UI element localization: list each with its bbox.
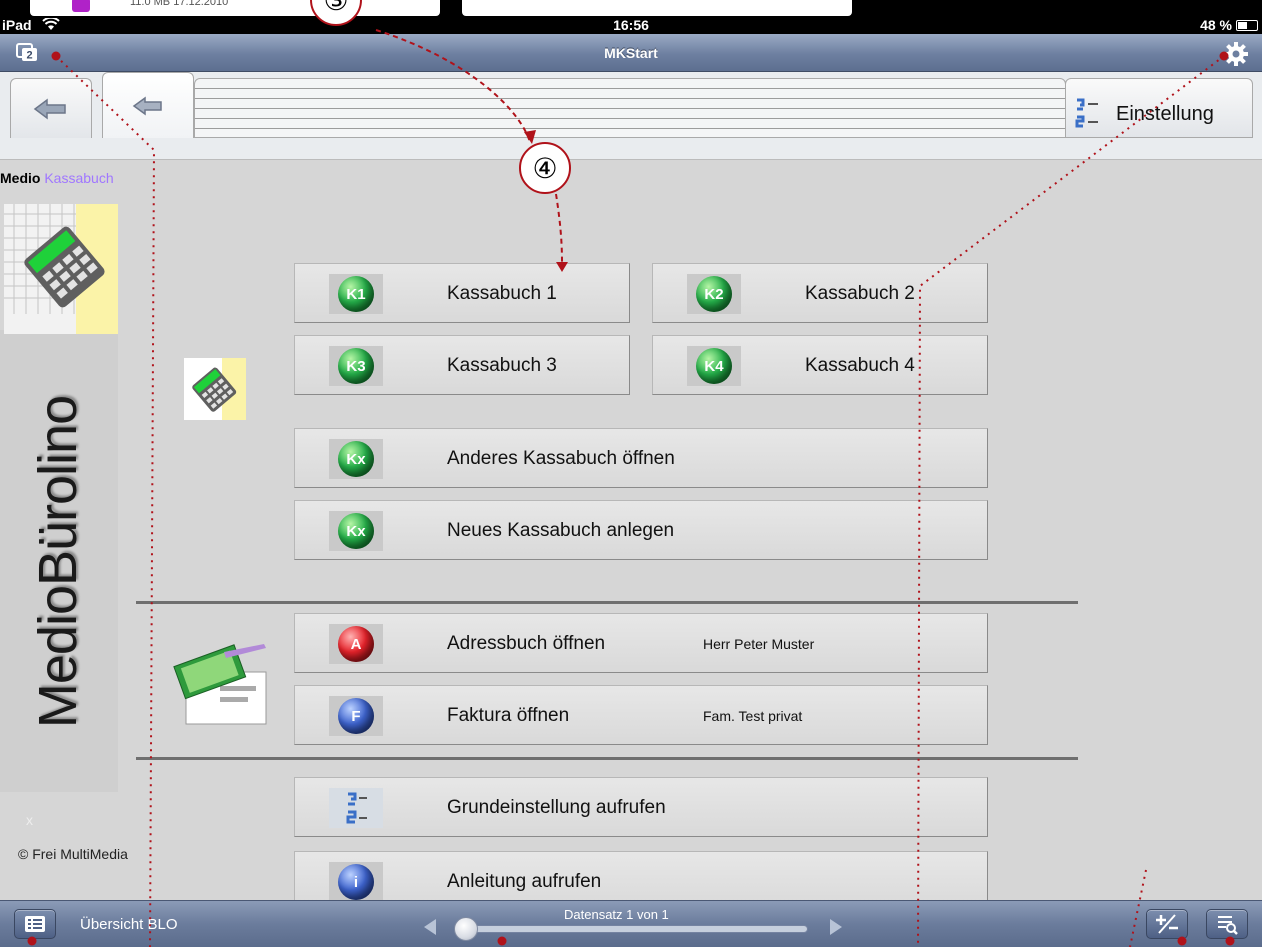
plus-minus-button[interactable] (1146, 909, 1188, 939)
k4-badge-icon: K4 (687, 346, 741, 386)
status-battery: 48 % (1200, 17, 1232, 33)
kassabuch-2-button[interactable]: K2 Kassabuch 2 (652, 263, 988, 323)
bottom-toolbar: Übersicht BLO Datensatz 1 von 1 (0, 900, 1262, 947)
record-slider-thumb[interactable] (454, 917, 478, 941)
button-label: Anleitung aufrufen (447, 871, 602, 892)
status-time: 16:56 (613, 17, 649, 33)
badge-text: F (338, 698, 374, 734)
list-icon (25, 916, 45, 932)
record-counter: Datensatz 1 von 1 (564, 907, 669, 922)
copyright: © Frei MultiMedia (18, 846, 128, 862)
next-record-arrow-icon[interactable] (830, 919, 842, 935)
brand-name-part2: Kassabuch (44, 170, 114, 186)
settings-list-icon (329, 788, 383, 828)
manual-button[interactable]: i Anleitung aufrufen (294, 851, 988, 900)
kassabuch-1-button[interactable]: K1 Kassabuch 1 (294, 263, 630, 323)
button-label: Grundeinstellung aufrufen (447, 797, 666, 818)
badge-text: Kx (338, 513, 374, 549)
prev-record-arrow-icon[interactable] (424, 919, 436, 935)
kx-badge-icon: Kx (329, 439, 383, 479)
kassabuch-4-button[interactable]: K4 Kassabuch 4 (652, 335, 988, 395)
button-label: Kassabuch 1 (447, 283, 557, 304)
tab-placeholder-lines (194, 78, 1066, 138)
k2-badge-icon: K2 (687, 274, 741, 314)
x-mark: x (26, 812, 33, 828)
kx-badge-icon: Kx (329, 511, 383, 551)
address-card-icon (173, 644, 267, 725)
button-label: Adressbuch öffnen (447, 633, 606, 654)
badge-text: i (338, 864, 374, 900)
tab-back-current[interactable] (102, 72, 194, 138)
k3-badge-icon: K3 (329, 346, 383, 386)
tab-settings-label: Einstellung (1116, 103, 1214, 125)
button-label: Kassabuch 3 (447, 355, 557, 376)
nav-title: MKStart (604, 45, 658, 61)
status-bar: 16:56 iPad 48 % (0, 0, 1262, 34)
plus-minus-icon (1156, 914, 1178, 934)
badge-text: K4 (696, 348, 732, 384)
wifi-icon (42, 18, 60, 30)
info-badge-icon: i (329, 862, 383, 900)
a-badge-icon: A (329, 624, 383, 664)
button-label: Kassabuch 2 (805, 283, 915, 304)
button-label: Neues Kassabuch anlegen (447, 520, 675, 541)
record-slider[interactable] (456, 925, 808, 933)
address-owner: Herr Peter Muster (703, 636, 815, 652)
button-label: Faktura öffnen (447, 705, 570, 726)
tab-back-previous[interactable] (10, 78, 92, 138)
status-device: iPad (2, 17, 32, 33)
back-arrow-icon (132, 96, 162, 115)
vertical-brand-text: MedioBürolino (28, 395, 88, 729)
faktura-owner: Fam. Test privat (703, 708, 803, 724)
kassabuch-3-button[interactable]: K3 Kassabuch 3 (294, 335, 630, 395)
main-content: Medio Kassabuch MedioBürolino x © Frei M… (0, 160, 1262, 900)
tab-settings[interactable]: Einstellung (1065, 78, 1253, 138)
basic-settings-button[interactable]: Grundeinstellung aufrufen (294, 777, 988, 837)
new-kassabuch-button[interactable]: Kx Neues Kassabuch anlegen (294, 500, 988, 560)
badge-text: K3 (338, 348, 374, 384)
windows-icon[interactable]: 2 (16, 43, 42, 63)
k1-badge-icon: K1 (329, 274, 383, 314)
list-button[interactable] (14, 909, 56, 939)
gear-icon[interactable] (1222, 40, 1250, 68)
section-divider (136, 757, 1078, 760)
section-divider (136, 601, 1078, 604)
search-list-icon (1218, 916, 1238, 935)
callout-marker-4: ④ (519, 142, 571, 194)
open-faktura-button[interactable]: F Faktura öffnen Fam. Test privat (294, 685, 988, 745)
windows-count: 2 (26, 50, 32, 62)
open-other-kassabuch-button[interactable]: Kx Anderes Kassabuch öffnen (294, 428, 988, 488)
f-badge-icon: F (329, 696, 383, 736)
nav-bar: MKStart 2 (0, 34, 1262, 72)
calculator-logo (4, 204, 118, 334)
calculator-icon (184, 358, 246, 420)
button-label: Kassabuch 4 (805, 355, 915, 376)
back-arrow-icon (33, 98, 66, 119)
badge-text: K2 (696, 276, 732, 312)
badge-text: A (338, 626, 374, 662)
overview-label: Übersicht BLO (80, 916, 178, 933)
search-list-button[interactable] (1206, 909, 1248, 939)
brand-name-part1: Medio (0, 170, 41, 186)
battery-icon (1236, 20, 1258, 31)
button-label: Anderes Kassabuch öffnen (447, 448, 675, 469)
tab-strip: Einstellung (0, 72, 1262, 160)
brand-title: Medio Kassabuch (0, 170, 114, 186)
open-addressbook-button[interactable]: A Adressbuch öffnen Herr Peter Muster (294, 613, 988, 673)
settings-list-icon (1075, 98, 1098, 128)
badge-text: Kx (338, 441, 374, 477)
badge-text: K1 (338, 276, 374, 312)
